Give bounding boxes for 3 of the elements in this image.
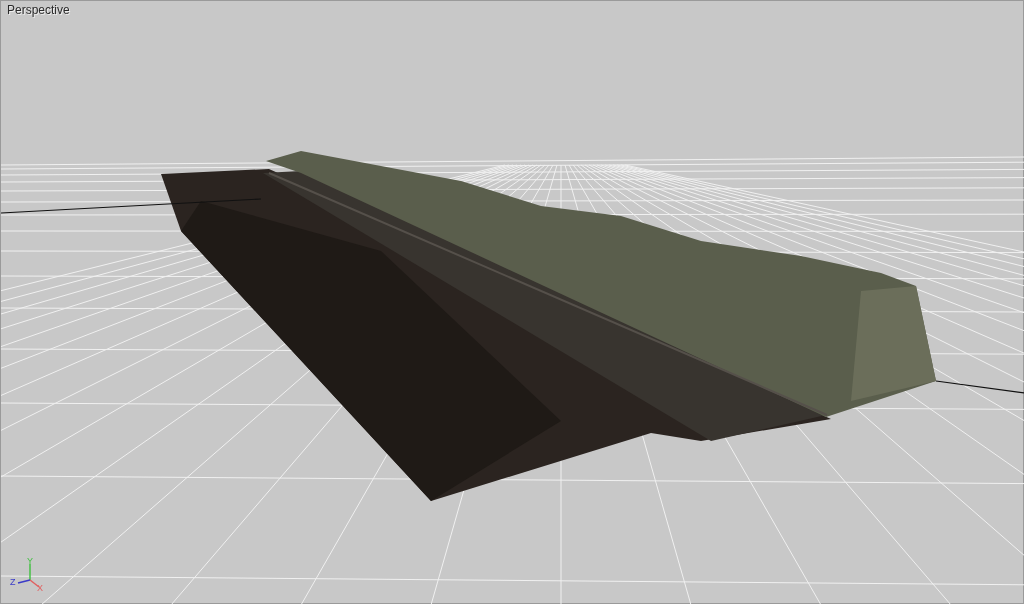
y-axis-label: Y [27, 556, 33, 566]
viewport-label[interactable]: Perspective [7, 3, 70, 17]
z-axis-label: Z [10, 577, 16, 587]
